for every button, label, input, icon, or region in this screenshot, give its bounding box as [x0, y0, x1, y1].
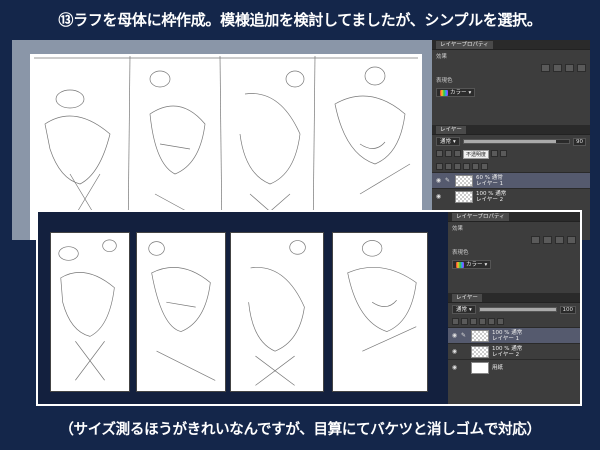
- effect-button[interactable]: [541, 64, 550, 72]
- opacity-value[interactable]: 90: [573, 137, 586, 146]
- eye-icon[interactable]: ◉: [451, 364, 458, 371]
- effect-button[interactable]: [555, 236, 564, 244]
- layer-thumbnail: [471, 329, 489, 342]
- pen-icon: ✎: [461, 332, 467, 339]
- effect-button[interactable]: [567, 236, 576, 244]
- layer-tool-icon[interactable]: [445, 150, 452, 157]
- paper-thumbnail: [471, 361, 489, 374]
- layer-row[interactable]: ◉ ✎ 60 % 通常 レイヤー 1: [432, 172, 590, 188]
- layer-tool-icon[interactable]: [454, 150, 461, 157]
- layer-thumbnail: [455, 190, 473, 203]
- effect-label: 効果: [436, 54, 448, 60]
- layer-tool-icon[interactable]: [452, 318, 459, 325]
- layer-tool-icon[interactable]: [436, 163, 443, 170]
- effect-button[interactable]: [565, 64, 574, 72]
- effect-button[interactable]: [577, 64, 586, 72]
- layer-tool-icon[interactable]: [463, 163, 470, 170]
- tab-layer-property[interactable]: レイヤープロパティ: [436, 40, 493, 49]
- blend-mode-select[interactable]: 通常 ▾: [452, 305, 476, 314]
- layer-tool-icon[interactable]: [470, 318, 477, 325]
- opacity-slider[interactable]: [462, 139, 570, 144]
- effect-label: 効果: [452, 226, 464, 232]
- layer-tool-icon[interactable]: [481, 163, 488, 170]
- chevron-down-icon: ▾: [468, 89, 472, 96]
- comic-panel: [136, 232, 226, 392]
- effect-button[interactable]: [543, 236, 552, 244]
- eye-icon[interactable]: ◉: [451, 332, 458, 339]
- comic-panel: [230, 232, 324, 392]
- layer-tool-icon[interactable]: [454, 163, 461, 170]
- layer-thumbnail: [471, 345, 489, 358]
- layer-tool-icon[interactable]: [500, 150, 508, 157]
- color-swatch-icon: [456, 261, 464, 268]
- layer-tool-icon[interactable]: [436, 150, 443, 157]
- canvas-area: [38, 212, 448, 404]
- comic-panel: [332, 232, 428, 392]
- layer-thumbnail: [455, 174, 473, 187]
- bottom-caption: （サイズ測るほうがきれいなんですが、目算にてバケツと消しゴムで対応）: [59, 422, 541, 438]
- layer-row[interactable]: ◉ 100 % 通常 レイヤー 2: [432, 188, 590, 204]
- blend-mode-select[interactable]: 通常 ▾: [436, 137, 460, 146]
- color-swatch-icon: [440, 89, 448, 96]
- opacity-slider[interactable]: [478, 307, 557, 312]
- chevron-down-icon: ▾: [484, 261, 488, 268]
- effect-button[interactable]: [553, 64, 562, 72]
- layer-row[interactable]: ◉ 用紙: [448, 359, 580, 375]
- effect-button[interactable]: [531, 236, 540, 244]
- panel-sketch: [148, 241, 216, 381]
- panel-sketch: [347, 240, 417, 352]
- color-label: 表現色: [436, 78, 453, 84]
- layer-tool-icon[interactable]: [488, 318, 495, 325]
- properties-panel: レイヤープロパティ 効果 表現色 カラー ▾ レイヤー 通常 ▾ 100 ◉ ✎…: [448, 212, 580, 404]
- color-select[interactable]: カラー ▾: [436, 88, 476, 97]
- eye-icon[interactable]: ◉: [451, 348, 458, 355]
- opacity-tooltip: 不透明度: [463, 150, 490, 159]
- top-caption: ⑬ラフを母体に枠作成。模様追加を検討してましたが、シンプルを選択。: [58, 11, 542, 29]
- comic-panel: [50, 232, 130, 392]
- tab-layer[interactable]: レイヤー: [452, 293, 482, 302]
- layer-tool-icon[interactable]: [479, 318, 486, 325]
- layer-tool-icon[interactable]: [461, 318, 468, 325]
- layer-tool-icon[interactable]: [491, 150, 499, 157]
- pen-icon: ✎: [445, 177, 451, 184]
- panel-sketch: [248, 240, 306, 386]
- layer-row[interactable]: ◉ ✎ 100 % 通常 レイヤー 1: [448, 327, 580, 343]
- layer-tool-icon[interactable]: [497, 318, 504, 325]
- panel-sketch: [58, 239, 117, 381]
- color-label: 表現色: [452, 250, 469, 256]
- opacity-value[interactable]: 100: [559, 305, 576, 314]
- eye-icon[interactable]: ◉: [435, 177, 442, 184]
- layer-row[interactable]: ◉ 100 % 通常 レイヤー 2: [448, 343, 580, 359]
- color-select[interactable]: カラー ▾: [452, 260, 492, 269]
- screenshot-after: レイヤープロパティ 効果 表現色 カラー ▾ レイヤー 通常 ▾ 100 ◉ ✎…: [36, 210, 582, 406]
- tab-layer[interactable]: レイヤー: [436, 125, 466, 134]
- tab-layer-property[interactable]: レイヤープロパティ: [452, 212, 509, 221]
- layer-tool-icon[interactable]: [445, 163, 452, 170]
- layer-tool-icon[interactable]: [472, 163, 479, 170]
- eye-icon[interactable]: ◉: [435, 193, 442, 200]
